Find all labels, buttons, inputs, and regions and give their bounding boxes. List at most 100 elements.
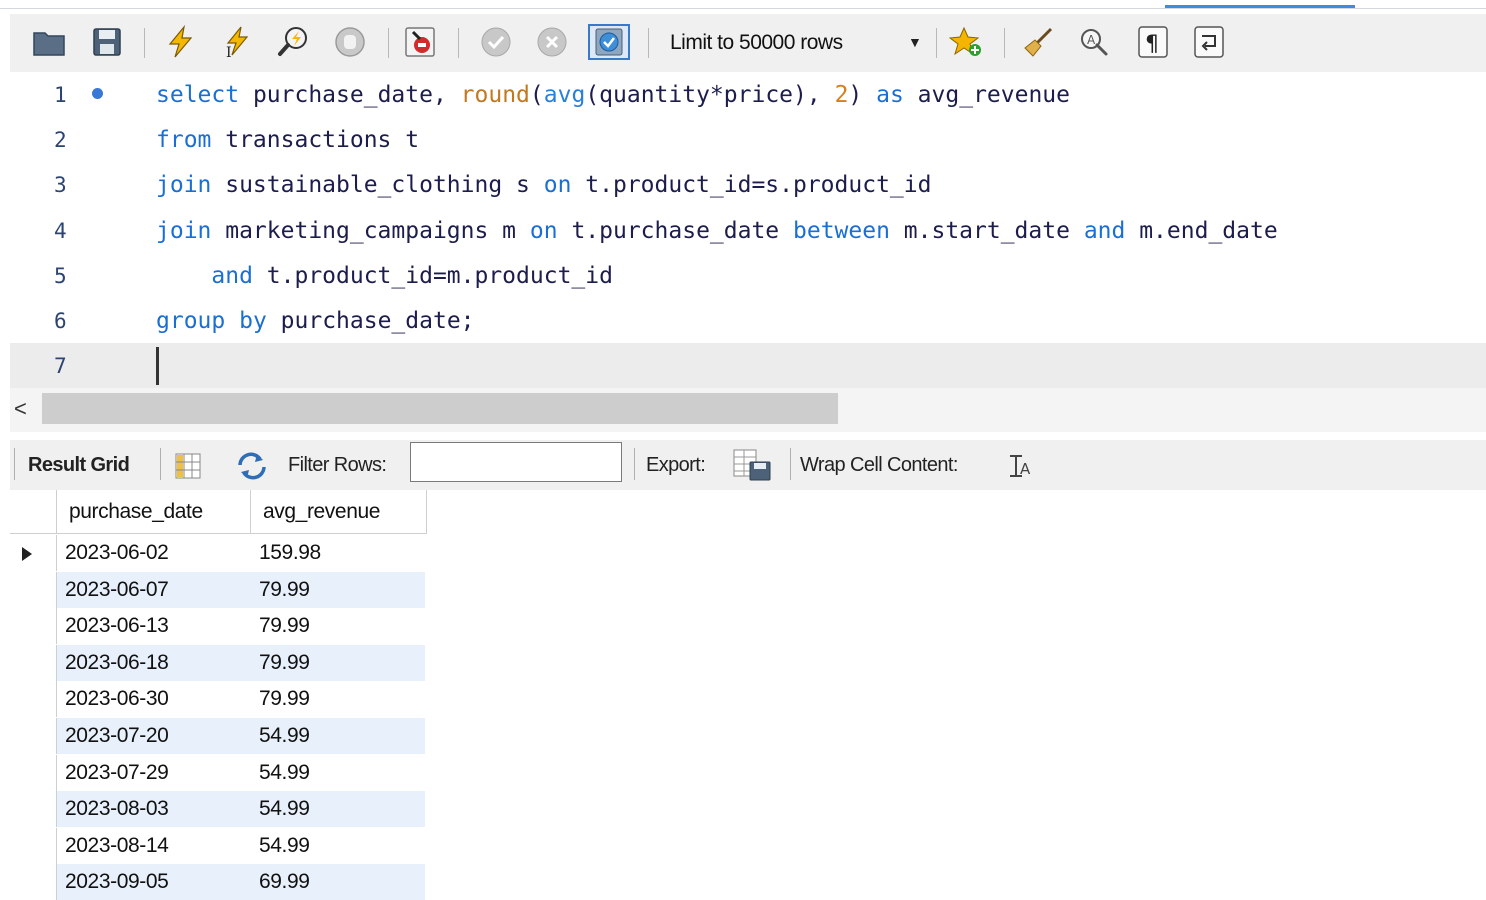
row-header[interactable]	[10, 608, 57, 645]
wrap-cell-toggle[interactable]: A	[1008, 454, 1034, 483]
toolbar-separator	[1004, 28, 1005, 58]
open-file-button[interactable]	[30, 24, 68, 60]
cell-avg-revenue[interactable]: 79.99	[251, 608, 425, 645]
stop-on-error-toggle[interactable]	[400, 24, 440, 60]
result-grid-tab[interactable]: Result Grid	[28, 454, 130, 477]
scrollbar-thumb[interactable]	[42, 393, 838, 424]
line-number: 1	[54, 82, 67, 107]
row-header[interactable]	[10, 571, 57, 608]
code-line[interactable]: 5 and t.product_id=m.product_id	[10, 253, 1486, 298]
table-row[interactable]: 2023-06-02 159.98	[10, 535, 426, 571]
row-header[interactable]	[10, 754, 57, 791]
save-button[interactable]	[88, 24, 126, 60]
cell-avg-revenue[interactable]: 54.99	[251, 754, 425, 791]
cell-purchase-date[interactable]: 2023-06-02	[57, 535, 251, 571]
window-top-edge	[0, 0, 1486, 10]
cell-purchase-date[interactable]: 2023-08-03	[57, 791, 251, 828]
refresh-icon	[238, 452, 266, 480]
show-invisibles-button[interactable]: ¶	[1134, 24, 1172, 60]
table-row[interactable]: 2023-06-18 79.99	[10, 644, 426, 681]
broom-icon	[1024, 27, 1053, 57]
table-row[interactable]: 2023-06-30 79.99	[10, 681, 426, 718]
row-header[interactable]	[10, 864, 57, 900]
table-row[interactable]: 2023-08-03 54.99	[10, 791, 426, 828]
wrap-cell-content-label: Wrap Cell Content:	[800, 454, 958, 476]
cell-avg-revenue[interactable]: 79.99	[251, 644, 425, 681]
code-line[interactable]: 3 join sustainable_clothing s on t.produ…	[10, 162, 1486, 207]
word-wrap-button[interactable]	[1190, 24, 1228, 60]
rollback-button[interactable]	[532, 24, 572, 60]
code-text: and t.product_id=m.product_id	[211, 262, 613, 289]
find-button[interactable]: A	[1074, 24, 1114, 60]
column-layout-button[interactable]	[174, 452, 202, 485]
save-icon	[93, 28, 121, 56]
code-line[interactable]: 2 from transactions t	[10, 117, 1486, 162]
row-header[interactable]	[10, 535, 57, 571]
code-text: select purchase_date, round(avg(quantity…	[156, 81, 1070, 108]
table-row[interactable]: 2023-06-13 79.99	[10, 608, 426, 645]
cell-purchase-date[interactable]: 2023-07-20	[57, 718, 251, 754]
export-icon	[733, 449, 771, 481]
cell-purchase-date[interactable]: 2023-06-07	[57, 571, 251, 608]
folder-icon	[33, 32, 65, 56]
table-row[interactable]: 2023-08-14 54.99	[10, 827, 426, 864]
row-header[interactable]	[10, 644, 57, 681]
cell-avg-revenue[interactable]: 69.99	[251, 864, 425, 900]
cell-avg-revenue[interactable]: 79.99	[251, 571, 425, 608]
filter-rows-input[interactable]	[410, 442, 622, 482]
export-button[interactable]	[732, 448, 772, 487]
scroll-left-icon[interactable]: <	[14, 396, 27, 422]
commit-button[interactable]	[476, 24, 516, 60]
line-number: 4	[54, 218, 67, 243]
row-header[interactable]	[10, 681, 57, 718]
cell-avg-revenue[interactable]: 54.99	[251, 827, 425, 864]
editor-horizontal-scrollbar[interactable]: <	[10, 388, 1486, 432]
cell-avg-revenue[interactable]: 79.99	[251, 681, 425, 718]
execute-current-button[interactable]: I	[216, 24, 256, 60]
svg-text:¶: ¶	[1145, 32, 1159, 57]
beautify-button[interactable]	[1018, 24, 1058, 60]
row-header[interactable]	[10, 718, 57, 754]
execute-button[interactable]	[160, 24, 200, 60]
row-header[interactable]	[10, 827, 57, 864]
pilcrow-icon: ¶	[1138, 26, 1168, 58]
sql-editor[interactable]: 1 select purchase_date, round(avg(quanti…	[10, 72, 1486, 388]
toolbar-separator	[160, 448, 161, 480]
limit-rows-select[interactable]: Limit to 50000 rows	[670, 28, 843, 58]
cell-purchase-date[interactable]: 2023-08-14	[57, 827, 251, 864]
code-line[interactable]: 6 group by purchase_date;	[10, 298, 1486, 343]
chevron-down-icon[interactable]: ▼	[908, 34, 922, 50]
cell-purchase-date[interactable]: 2023-07-29	[57, 754, 251, 791]
column-header-purchase-date[interactable]: purchase_date	[57, 490, 251, 534]
table-row[interactable]: 2023-07-29 54.99	[10, 754, 426, 791]
cell-avg-revenue[interactable]: 54.99	[251, 791, 425, 828]
code-line-current[interactable]: 7	[10, 343, 1486, 388]
hand-stop-icon	[335, 27, 365, 57]
cell-avg-revenue[interactable]: 54.99	[251, 718, 425, 754]
stop-button[interactable]	[330, 24, 370, 60]
cell-purchase-date[interactable]: 2023-09-05	[57, 864, 251, 900]
toolbar-separator	[634, 448, 635, 480]
line-number: 5	[54, 263, 67, 288]
column-header-avg-revenue[interactable]: avg_revenue	[251, 490, 427, 534]
code-line[interactable]: 1 select purchase_date, round(avg(quanti…	[10, 72, 1486, 117]
search-icon: A	[1081, 29, 1108, 56]
refresh-button[interactable]	[236, 452, 268, 485]
cell-purchase-date[interactable]: 2023-06-13	[57, 608, 251, 645]
table-row[interactable]: 2023-06-07 79.99	[10, 571, 426, 608]
autocommit-toggle[interactable]	[588, 24, 630, 60]
add-snippet-button[interactable]	[946, 24, 986, 60]
cell-purchase-date[interactable]: 2023-06-30	[57, 681, 251, 718]
cell-avg-revenue[interactable]: 159.98	[251, 535, 425, 571]
table-row[interactable]: 2023-07-20 54.99	[10, 718, 426, 754]
autocommit-icon	[595, 28, 623, 56]
code-line[interactable]: 4 join marketing_campaigns m on t.purcha…	[10, 208, 1486, 253]
explain-button[interactable]	[274, 24, 314, 60]
top-divider	[0, 8, 1486, 9]
table-row[interactable]: 2023-09-05 69.99	[10, 864, 426, 900]
star-plus-icon	[949, 26, 981, 56]
code-text: group by purchase_date;	[156, 307, 475, 334]
cell-purchase-date[interactable]: 2023-06-18	[57, 644, 251, 681]
export-label: Export:	[646, 454, 706, 476]
row-header[interactable]	[10, 791, 57, 828]
